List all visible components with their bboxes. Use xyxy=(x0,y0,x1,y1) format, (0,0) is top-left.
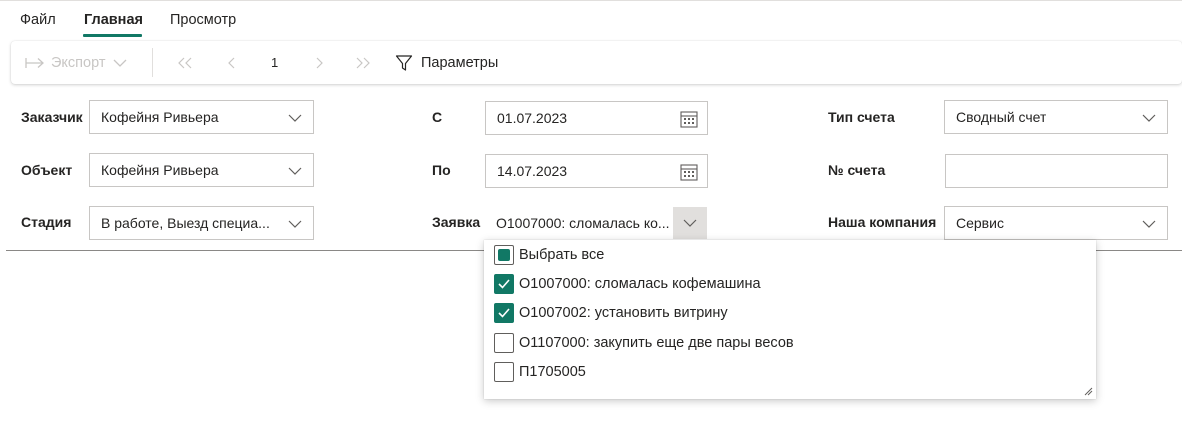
chevron-down-icon xyxy=(288,220,302,228)
next-page-icon xyxy=(316,57,323,68)
our-company-value: Сервис xyxy=(956,215,1004,231)
request-value: О1007000: сломалась ко... xyxy=(496,215,670,231)
chevron-down-icon xyxy=(683,219,697,227)
invoice-type-value: Сводный счет xyxy=(956,109,1047,125)
option-label: Выбрать все xyxy=(519,247,605,263)
object-label: Объект xyxy=(21,162,73,178)
invoice-number-label: № счета xyxy=(828,162,886,178)
export-button[interactable]: Экспорт xyxy=(25,41,127,84)
chevron-down-icon xyxy=(288,167,302,175)
request-option[interactable]: О1007000: сломалась кофемашина xyxy=(494,273,761,295)
chevron-down-icon xyxy=(1142,220,1156,228)
invoice-number-input[interactable] xyxy=(945,154,1168,188)
export-label: Экспорт xyxy=(51,54,106,71)
report-toolbar: Экспорт 1 Параметры xyxy=(11,41,1182,84)
customer-value: Кофейня Ривьера xyxy=(101,109,219,125)
prev-page-button[interactable] xyxy=(227,41,237,84)
our-company-select[interactable]: Сервис xyxy=(944,206,1168,240)
option-label: П1705005 xyxy=(519,364,586,380)
our-company-label: Наша компания xyxy=(828,214,937,230)
page-number[interactable]: 1 xyxy=(271,41,278,84)
parameters-button[interactable]: Параметры xyxy=(395,41,498,84)
checkmark-icon xyxy=(498,279,510,289)
option-checkbox[interactable] xyxy=(494,362,514,382)
option-label: О1007002: установить витрину xyxy=(519,305,728,321)
option-checkbox[interactable] xyxy=(494,274,514,294)
menu-bar: Файл Главная Просмотр xyxy=(0,0,1182,38)
checkmark-icon xyxy=(498,308,510,318)
request-option[interactable]: О1007002: установить витрину xyxy=(494,302,728,324)
tab-view[interactable]: Просмотр xyxy=(170,12,236,28)
date-to-label: По xyxy=(432,162,451,178)
option-checkbox[interactable] xyxy=(494,303,514,323)
option-checkbox[interactable] xyxy=(494,333,514,353)
resize-grip-icon[interactable] xyxy=(1083,386,1093,396)
stage-select[interactable]: В работе, Выезд специа... xyxy=(89,206,314,240)
select-all-option[interactable]: Выбрать все xyxy=(494,244,604,266)
chevron-down-icon xyxy=(114,59,127,67)
date-from-value: 01.07.2023 xyxy=(497,110,568,126)
first-page-button[interactable] xyxy=(177,41,193,84)
object-select[interactable]: Кофейня Ривьера xyxy=(89,153,314,187)
request-option[interactable]: О1107000: закупить еще две пары весов xyxy=(494,332,794,354)
date-to-value: 14.07.2023 xyxy=(497,163,568,179)
prev-page-icon xyxy=(228,57,235,68)
request-label: Заявка xyxy=(432,214,481,230)
date-from-label: С xyxy=(432,109,443,125)
object-value: Кофейня Ривьера xyxy=(101,162,219,178)
select-all-checkbox[interactable] xyxy=(494,245,514,265)
tab-file[interactable]: Файл xyxy=(20,12,56,28)
request-dropdown-toggle[interactable] xyxy=(673,207,707,239)
request-dropdown-panel: Выбрать все О1007000: сломалась кофемаши… xyxy=(484,240,1096,399)
date-from-input[interactable]: 01.07.2023 xyxy=(485,101,708,135)
option-label: О1107000: закупить еще две пары весов xyxy=(519,335,794,351)
last-page-button[interactable] xyxy=(355,41,371,84)
toolbar-separator xyxy=(152,48,153,77)
invoice-type-select[interactable]: Сводный счет xyxy=(944,100,1168,134)
stage-label: Стадия xyxy=(21,214,72,230)
next-page-button[interactable] xyxy=(314,41,324,84)
calendar-icon[interactable] xyxy=(680,110,698,128)
export-arrow-icon xyxy=(25,57,44,68)
calendar-icon[interactable] xyxy=(680,163,698,181)
chevron-down-icon xyxy=(288,114,302,122)
active-tab-underline xyxy=(83,34,142,37)
filter-icon xyxy=(395,54,413,71)
customer-label: Заказчик xyxy=(21,109,83,125)
stage-value: В работе, Выезд специа... xyxy=(101,215,270,231)
chevron-down-icon xyxy=(1142,114,1156,122)
customer-select[interactable]: Кофейня Ривьера xyxy=(89,100,314,134)
last-page-icon xyxy=(356,57,370,68)
invoice-type-label: Тип счета xyxy=(828,109,895,125)
first-page-icon xyxy=(178,57,192,68)
request-select[interactable]: О1007000: сломалась ко... xyxy=(485,206,708,240)
parameters-label: Параметры xyxy=(421,54,499,71)
option-label: О1007000: сломалась кофемашина xyxy=(519,276,761,292)
tab-home[interactable]: Главная xyxy=(84,12,143,28)
date-to-input[interactable]: 14.07.2023 xyxy=(485,154,708,188)
request-option[interactable]: П1705005 xyxy=(494,361,586,383)
